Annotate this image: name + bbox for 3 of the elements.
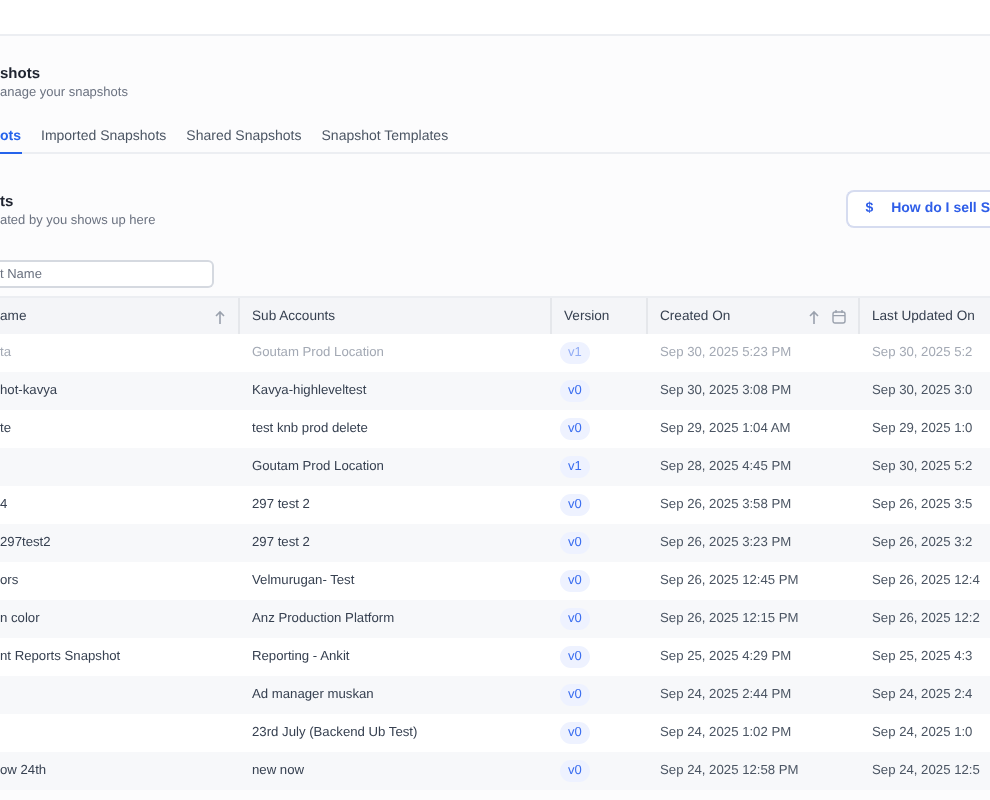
calendar-icon[interactable] — [832, 309, 846, 323]
sort-arrow-icon[interactable] — [214, 309, 226, 323]
sort-arrow-icon[interactable] — [808, 309, 820, 323]
